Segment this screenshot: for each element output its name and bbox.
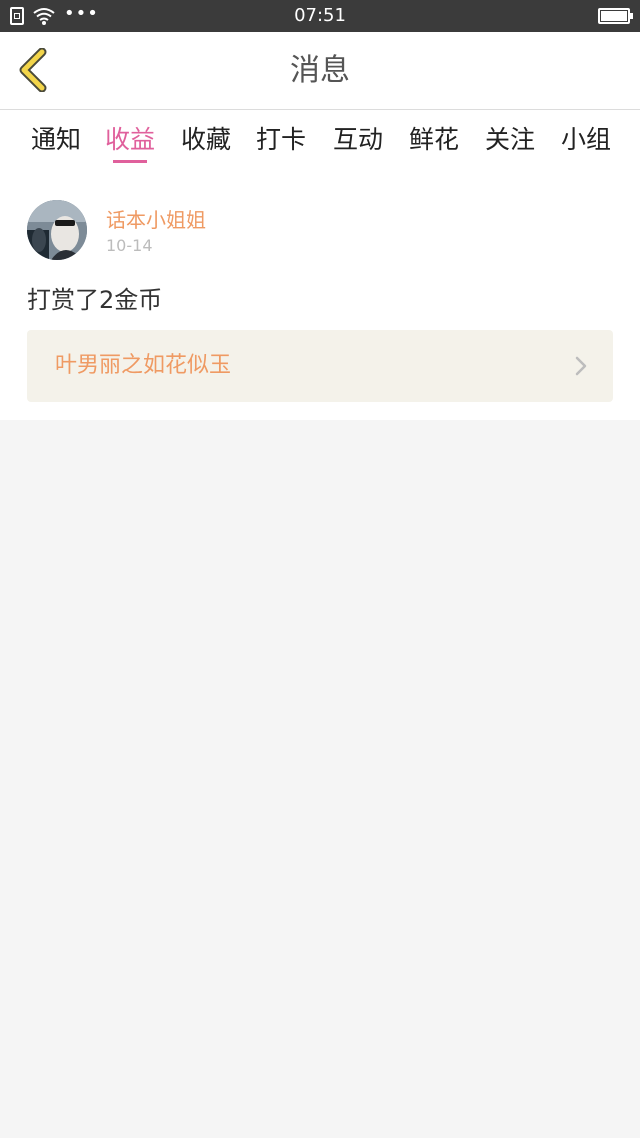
tab-flowers[interactable]: 鲜花 [404,120,464,160]
active-tab-indicator [113,160,147,163]
book-title: 叶男丽之如花似玉 [55,353,232,378]
notification-date: 10-14 [106,236,153,255]
tab-groups[interactable]: 小组 [556,120,616,160]
battery-icon [598,8,633,24]
status-time: 07:51 [294,5,346,26]
tab-interactions[interactable]: 互动 [328,120,388,160]
tab-notifications[interactable]: 通知 [26,120,86,160]
username[interactable]: 话本小姐姐 [106,204,206,233]
book-link-card[interactable]: 叶男丽之如花似玉 [27,330,613,402]
notification-message: 打赏了2金币 [27,286,163,314]
tab-favorites[interactable]: 收藏 [176,120,236,160]
notification-item: 话本小姐姐 10-14 打赏了2金币 叶男丽之如花似玉 [0,170,640,420]
header: 消息 [0,32,640,110]
tab-checkin[interactable]: 打卡 [251,120,311,160]
tab-earnings[interactable]: 收益 [100,120,160,160]
status-bar: ••• 07:51 [0,0,640,32]
chevron-right-icon [575,356,587,376]
page-title: 消息 [290,53,350,88]
tab-bar: 通知 收益 收藏 打卡 互动 鲜花 关注 小组 [0,110,640,170]
tab-following[interactable]: 关注 [480,120,540,160]
avatar[interactable] [27,200,87,260]
